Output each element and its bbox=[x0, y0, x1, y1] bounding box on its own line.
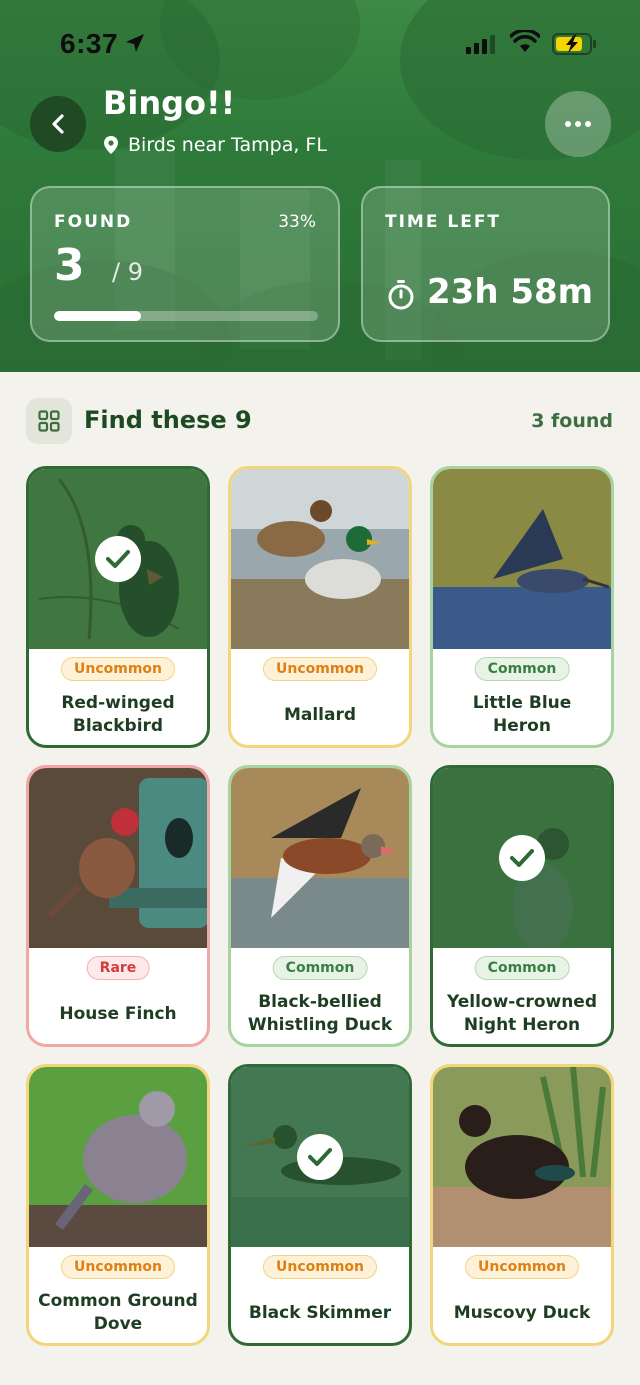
ellipsis-icon bbox=[565, 121, 591, 127]
map-pin-icon bbox=[104, 136, 118, 154]
rarity-badge: Uncommon bbox=[60, 1255, 176, 1279]
stopwatch-icon bbox=[388, 280, 414, 310]
bird-name: Mallard bbox=[283, 704, 357, 725]
found-total: / 9 bbox=[112, 258, 143, 286]
bird-card[interactable]: Common Little Blue Heron bbox=[430, 466, 614, 748]
rarity-badge: Rare bbox=[86, 956, 150, 980]
found-check-icon bbox=[95, 536, 141, 582]
time-left-value: 23h 58m bbox=[427, 272, 594, 312]
found-progress-fill bbox=[54, 311, 142, 321]
found-stat-card: FOUND 33% 3 / 9 bbox=[30, 186, 340, 342]
back-button[interactable] bbox=[30, 96, 86, 152]
bird-photo bbox=[231, 1067, 409, 1247]
bird-name: House Finch bbox=[59, 1003, 177, 1024]
wifi-icon bbox=[510, 30, 540, 52]
found-check-icon bbox=[297, 1134, 343, 1180]
rarity-badge: Uncommon bbox=[60, 657, 176, 681]
location-text: Birds near Tampa, FL bbox=[128, 134, 327, 156]
found-count: 3 bbox=[54, 240, 85, 291]
time-left-card: TIME LEFT 23h 58m bbox=[361, 186, 610, 342]
section-title: Find these 9 bbox=[84, 406, 252, 434]
rarity-badge: Uncommon bbox=[262, 1255, 378, 1279]
chevron-left-icon bbox=[52, 114, 64, 134]
bird-photo bbox=[433, 469, 611, 649]
found-label: FOUND bbox=[54, 212, 133, 232]
bird-photo bbox=[29, 768, 207, 948]
bird-card[interactable]: Common Black-bellied Whistling Duck bbox=[228, 765, 412, 1047]
bird-photo bbox=[231, 768, 409, 948]
found-progress-bar bbox=[54, 311, 318, 321]
bird-name: Black-bellied Whistling Duck bbox=[247, 992, 393, 1035]
bird-card[interactable]: Uncommon Black Skimmer bbox=[228, 1064, 412, 1346]
bird-photo bbox=[29, 1067, 207, 1247]
header-banner: 6:37 Bingo!! Birds near Tampa, FL FOUND … bbox=[0, 0, 640, 372]
section-found-count: 3 found bbox=[531, 410, 613, 432]
page-title: Bingo!! bbox=[103, 84, 236, 122]
rarity-badge: Uncommon bbox=[262, 657, 378, 681]
time-left-label: TIME LEFT bbox=[385, 212, 502, 232]
found-percent: 33% bbox=[278, 212, 316, 232]
cellular-signal-icon bbox=[466, 35, 495, 54]
rarity-badge: Common bbox=[272, 956, 368, 980]
found-check-icon bbox=[499, 835, 545, 881]
bird-photo bbox=[29, 469, 207, 649]
bird-card[interactable]: Rare House Finch bbox=[26, 765, 210, 1047]
bird-name: Little Blue Heron bbox=[472, 693, 572, 736]
bird-card[interactable]: Uncommon Common Ground Dove bbox=[26, 1064, 210, 1346]
rarity-badge: Common bbox=[474, 657, 570, 681]
status-time: 6:37 bbox=[60, 28, 119, 59]
bird-name: Black Skimmer bbox=[248, 1302, 392, 1323]
bird-photo bbox=[433, 1067, 611, 1247]
bird-name: Muscovy Duck bbox=[453, 1302, 591, 1323]
bird-card[interactable]: Uncommon Red-winged Blackbird bbox=[26, 466, 210, 748]
more-options-button[interactable] bbox=[545, 91, 611, 157]
bird-name: Common Ground Dove bbox=[38, 1291, 198, 1334]
bird-card[interactable]: Uncommon Muscovy Duck bbox=[430, 1064, 614, 1346]
status-bar: 6:37 bbox=[0, 26, 640, 62]
grid-view-button[interactable] bbox=[26, 398, 72, 444]
location-arrow-icon bbox=[126, 34, 144, 52]
location-subtitle: Birds near Tampa, FL bbox=[104, 134, 327, 156]
battery-charging-icon bbox=[552, 33, 596, 55]
bird-photo bbox=[231, 469, 409, 649]
bird-name: Red-winged Blackbird bbox=[61, 693, 175, 736]
bird-photo bbox=[433, 768, 611, 948]
bird-card[interactable]: Uncommon Mallard bbox=[228, 466, 412, 748]
bird-card[interactable]: Common Yellow-crowned Night Heron bbox=[430, 765, 614, 1047]
grid-icon bbox=[38, 410, 60, 432]
rarity-badge: Uncommon bbox=[464, 1255, 580, 1279]
rarity-badge: Common bbox=[474, 956, 570, 980]
bird-name: Yellow-crowned Night Heron bbox=[446, 992, 598, 1035]
